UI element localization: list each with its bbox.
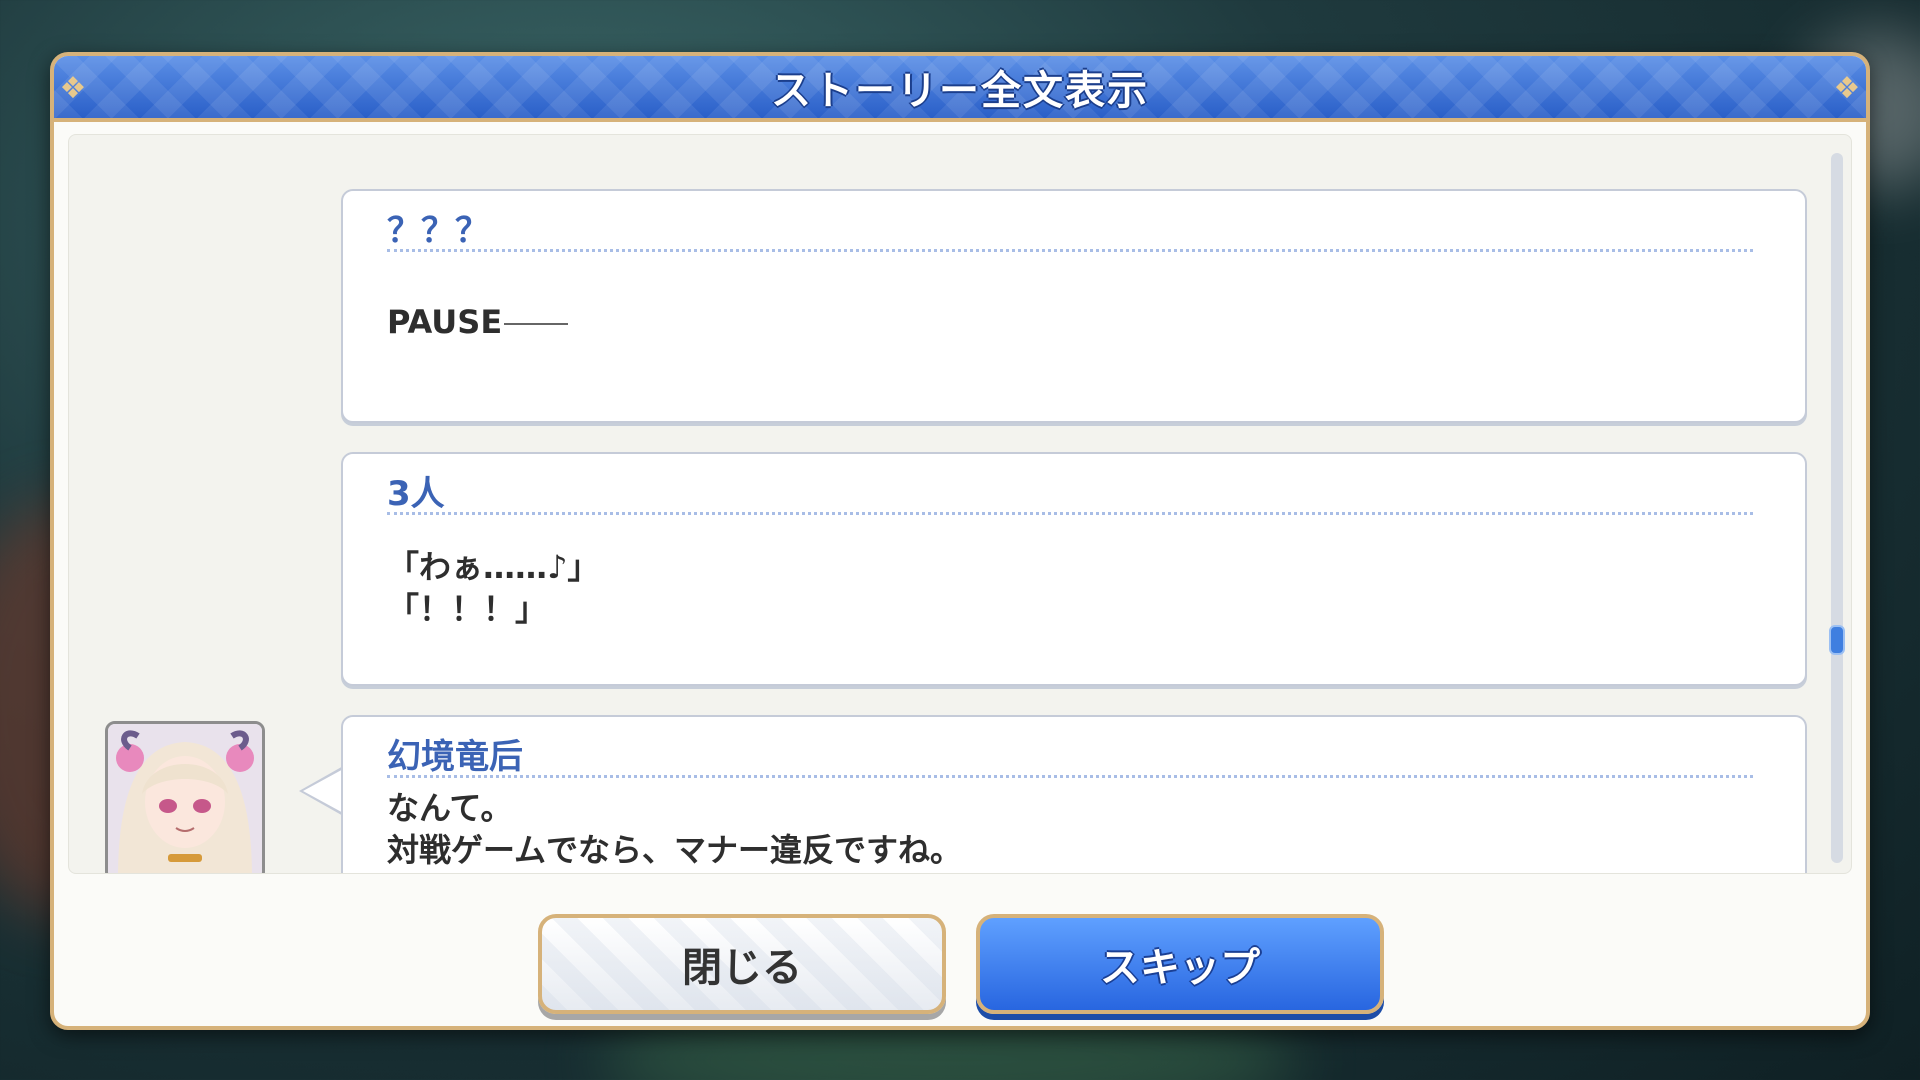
dialog-title-bar: ❖ ストーリー全文表示 ❖: [54, 56, 1866, 122]
scrollbar-thumb[interactable]: [1829, 625, 1845, 655]
close-button[interactable]: 閉じる: [538, 914, 946, 1014]
log-entry: 幻境竜后 なんて。 対戦ゲームでなら、マナー違反ですね。 ピンチのときに横やりを…: [341, 715, 1807, 873]
speaker-name: 3人: [387, 474, 445, 514]
speaker-name: 幻境竜后: [387, 737, 523, 777]
log-text: なんて。 対戦ゲームでなら、マナー違反ですね。 ピンチのときに横やりを入れるのは…: [387, 789, 963, 869]
skip-button[interactable]: スキップ: [976, 914, 1384, 1014]
character-portrait-icon: [105, 721, 265, 873]
log-text: PAUSE: [387, 301, 1753, 343]
dialog-title: ストーリー全文表示: [771, 68, 1149, 114]
ornament-icon: ❖: [1833, 71, 1861, 106]
dotted-divider: [387, 775, 1753, 778]
log-entry: 3人 「わぁ……♪」 「！！！」: [341, 452, 1807, 686]
story-log-dialog: ❖ ストーリー全文表示 ❖ ？？？ PAUSE 3人 「わぁ……♪」 「！！！」: [50, 52, 1870, 1030]
character-portrait-icon: [108, 724, 262, 873]
log-text: 「わぁ……♪」 「！！！」: [387, 548, 600, 628]
dotted-divider: [387, 249, 1753, 252]
speaker-name: ？？？: [387, 211, 489, 251]
ornament-icon: ❖: [59, 71, 87, 106]
story-log-list[interactable]: ？？？ PAUSE 3人 「わぁ……♪」 「！！！」 幻境竜后 なんて。 対戦ゲ…: [68, 134, 1852, 874]
dash-line: [504, 323, 569, 325]
scrollbar[interactable]: [1829, 153, 1845, 863]
dotted-divider: [387, 512, 1753, 515]
log-entry: ？？？ PAUSE: [341, 189, 1807, 423]
